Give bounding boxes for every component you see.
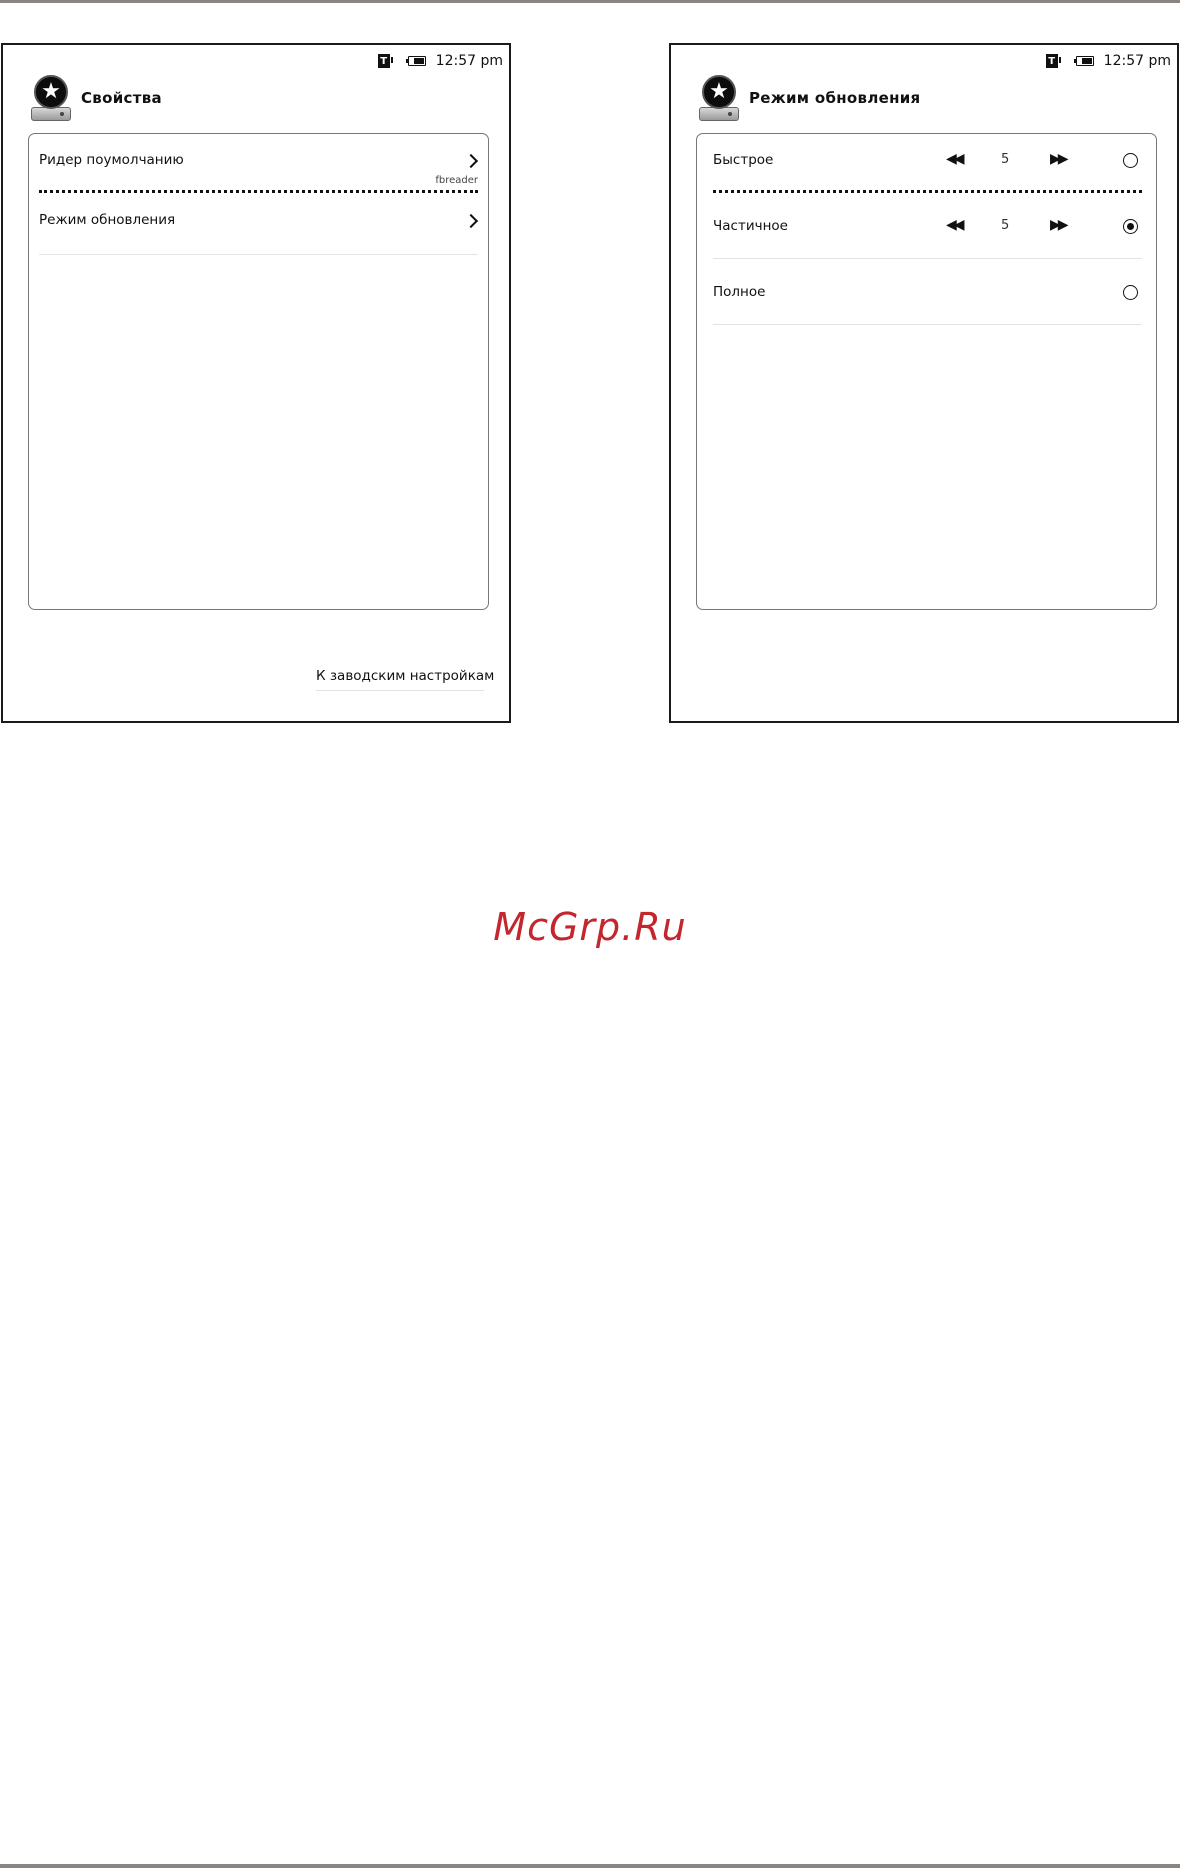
- settings-panel: Ридер поумолчанию fbreader Режим обновле…: [28, 133, 489, 610]
- option-fast[interactable]: Быстрое ◀◀ 5 ▶▶: [713, 148, 1142, 188]
- star-disk-icon: ★: [31, 75, 71, 121]
- properties-screen: T 12:57 pm ★ Свойства Ридер поумолчанию …: [1, 43, 511, 723]
- selection-divider: [39, 190, 478, 194]
- link-underline: [316, 690, 484, 691]
- option-label: Полное: [713, 284, 766, 300]
- t-notification-icon: T: [377, 54, 393, 68]
- page-top-rule: [0, 0, 1180, 3]
- watermark: McGrp.Ru: [493, 905, 687, 949]
- page-bottom-rule: [0, 1864, 1180, 1868]
- refresh-mode-screen: T 12:57 pm ★ Режим обновления Быстрое ◀◀…: [669, 43, 1179, 723]
- chevron-right-icon: [463, 213, 479, 229]
- option-label: Частичное: [713, 218, 788, 234]
- option-value: 5: [1001, 152, 1010, 167]
- status-time: 12:57 pm: [435, 53, 503, 69]
- option-full[interactable]: Полное: [713, 280, 1142, 320]
- radio-button[interactable]: [1123, 153, 1138, 168]
- status-time: 12:57 pm: [1103, 53, 1171, 69]
- screen-header: ★ Режим обновления: [699, 75, 921, 121]
- rewind-icon[interactable]: ◀◀: [946, 151, 964, 167]
- status-bar: T 12:57 pm: [1045, 51, 1171, 71]
- row-divider: [39, 254, 478, 256]
- t-notification-icon: T: [1045, 54, 1061, 68]
- battery-icon: [1073, 56, 1094, 66]
- list-item-label: Ридер поумолчанию: [39, 152, 184, 168]
- rewind-icon[interactable]: ◀◀: [946, 217, 964, 233]
- radio-button[interactable]: [1123, 285, 1138, 300]
- screen-header: ★ Свойства: [31, 75, 162, 121]
- radio-button-selected[interactable]: [1123, 219, 1138, 234]
- list-item-refresh-mode[interactable]: Режим обновления: [39, 212, 479, 252]
- row-divider: [713, 258, 1142, 260]
- factory-reset-link[interactable]: К заводским настройкам: [316, 668, 494, 684]
- refresh-options-panel: Быстрое ◀◀ 5 ▶▶ Частичное ◀◀ 5 ▶▶ Полное: [696, 133, 1157, 610]
- selection-divider: [713, 190, 1142, 194]
- chevron-right-icon: [463, 153, 479, 169]
- page-title: Свойства: [81, 89, 162, 107]
- row-divider: [713, 324, 1142, 326]
- fast-forward-icon[interactable]: ▶▶: [1050, 151, 1068, 167]
- option-label: Быстрое: [713, 152, 774, 168]
- battery-icon: [405, 56, 426, 66]
- fast-forward-icon[interactable]: ▶▶: [1050, 217, 1068, 233]
- list-item-label: Режим обновления: [39, 212, 176, 228]
- default-reader-value: fbreader: [435, 175, 478, 186]
- page-title: Режим обновления: [749, 89, 921, 107]
- option-value: 5: [1001, 218, 1010, 233]
- option-partial[interactable]: Частичное ◀◀ 5 ▶▶: [713, 214, 1142, 254]
- star-disk-icon: ★: [699, 75, 739, 121]
- status-bar: T 12:57 pm: [377, 51, 503, 71]
